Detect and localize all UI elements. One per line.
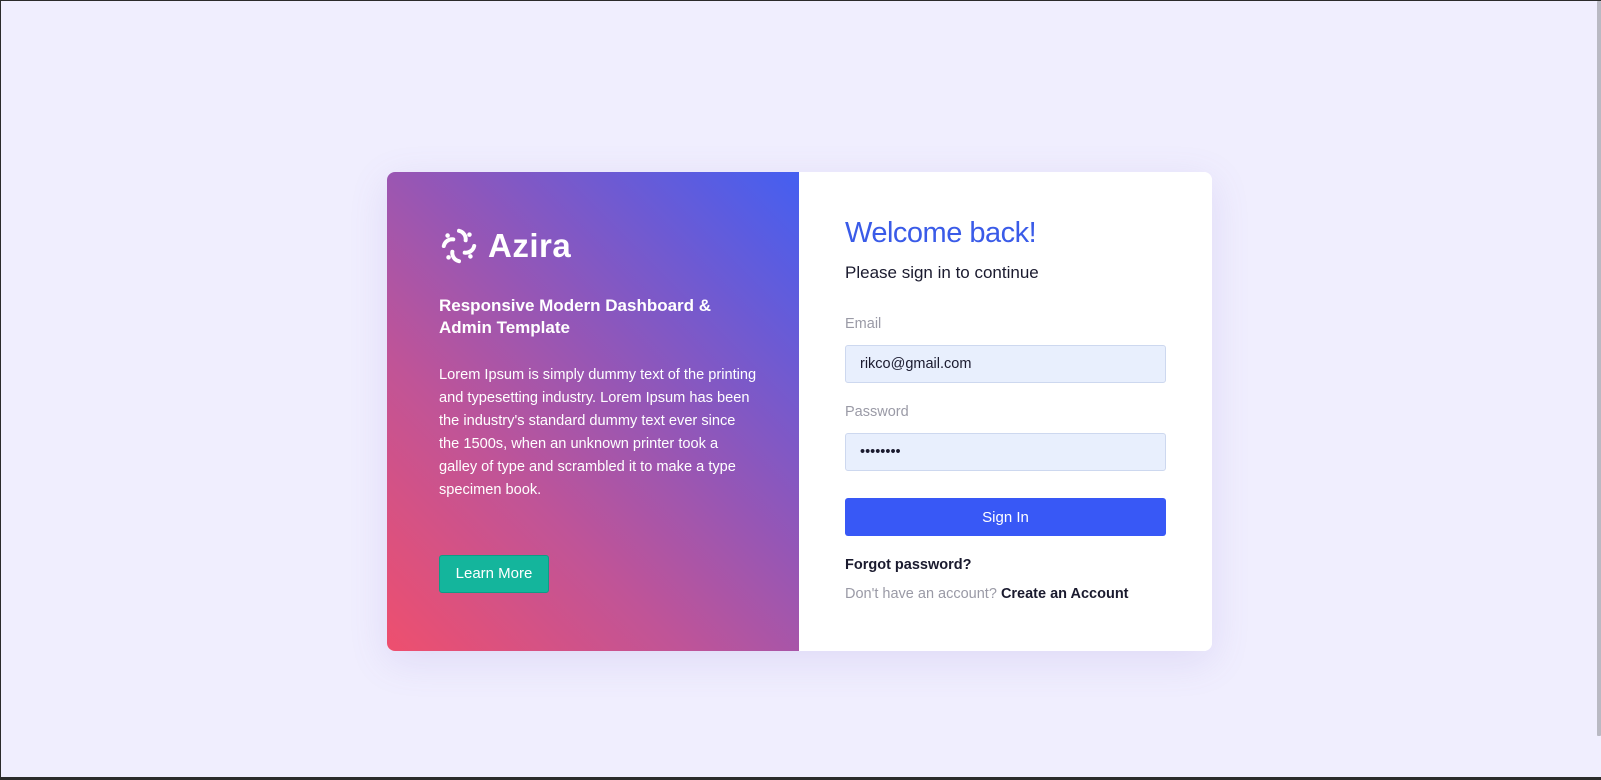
learn-more-button[interactable]: Learn More xyxy=(439,555,549,593)
email-field[interactable] xyxy=(845,345,1166,383)
sign-in-button[interactable]: Sign In xyxy=(845,498,1166,536)
page-background: Azira Responsive Modern Dashboard & Admi… xyxy=(1,1,1597,777)
promo-title: Responsive Modern Dashboard & Admin Temp… xyxy=(439,296,712,337)
promo-description: Lorem Ipsum is simply dummy text of the … xyxy=(439,367,757,498)
no-account-text: Don't have an account? xyxy=(845,586,997,602)
scrollbar-thumb[interactable] xyxy=(1597,1,1601,736)
promo-panel: Azira Responsive Modern Dashboard & Admi… xyxy=(387,172,799,651)
brand-logo[interactable]: Azira xyxy=(440,227,571,265)
password-label: Password xyxy=(845,404,909,420)
signin-subheading: Please sign in to continue xyxy=(845,263,1039,282)
login-card: Azira Responsive Modern Dashboard & Admi… xyxy=(387,172,1212,651)
signup-prompt: Don't have an account? Create an Account xyxy=(845,586,1129,602)
brand-name: Azira xyxy=(488,227,572,264)
forgot-password-link[interactable]: Forgot password? xyxy=(845,557,971,573)
signin-panel: Welcome back! Please sign in to continue… xyxy=(799,172,1212,651)
password-field[interactable] xyxy=(845,433,1166,471)
email-label: Email xyxy=(845,316,882,332)
welcome-heading: Welcome back! xyxy=(845,217,1037,249)
create-account-link[interactable]: Create an Account xyxy=(1001,586,1129,602)
vertical-scrollbar[interactable] xyxy=(1597,1,1601,777)
azira-swirl-logo-icon xyxy=(441,228,477,264)
